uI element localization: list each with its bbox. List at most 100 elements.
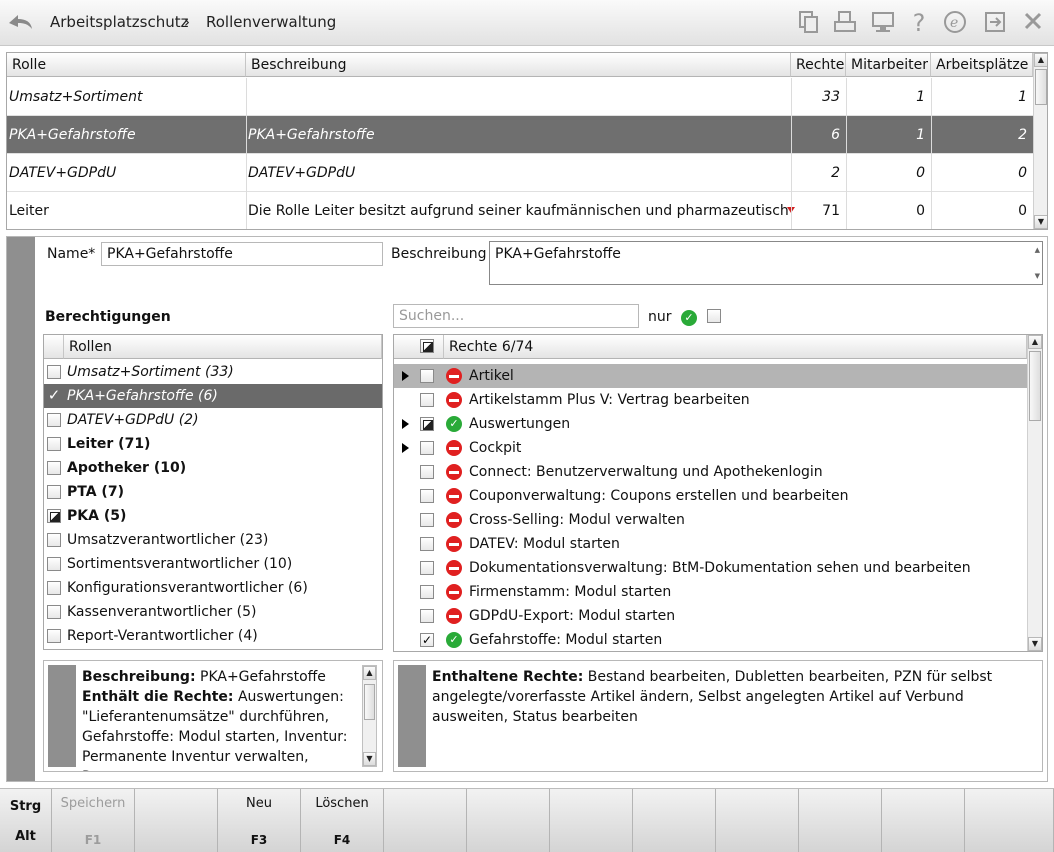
- strg-label[interactable]: Strg: [0, 799, 51, 814]
- function-key-7[interactable]: [550, 789, 633, 852]
- scroll-down-icon[interactable]: ▼: [1035, 272, 1040, 280]
- scroll-down-icon[interactable]: ▼: [1028, 637, 1042, 651]
- scroll-thumb[interactable]: [364, 684, 375, 720]
- recht-checkbox[interactable]: [420, 513, 434, 527]
- close-icon[interactable]: [1020, 10, 1046, 36]
- scroll-down-icon[interactable]: ▼: [1034, 215, 1047, 229]
- rechte-list-item[interactable]: ✓ Gefahrstoffe: Modul starten: [394, 628, 1027, 651]
- rollen-list-item[interactable]: DATEV+GDPdU (2): [44, 408, 382, 432]
- function-key-3[interactable]: Neu F3: [218, 789, 301, 852]
- rechte-list-item[interactable]: ✓ Auswertungen: [394, 412, 1027, 436]
- print-icon[interactable]: [832, 10, 858, 36]
- rollen-list-item[interactable]: Kassenverantwortlicher (5): [44, 600, 382, 624]
- rolle-checkbox[interactable]: [47, 437, 61, 451]
- scroll-up-icon[interactable]: ▲: [1035, 246, 1040, 254]
- rollen-list-item[interactable]: PKA (5): [44, 504, 382, 528]
- recht-checkbox[interactable]: [420, 465, 434, 479]
- recht-checkbox[interactable]: [420, 393, 434, 407]
- rolle-checkbox[interactable]: [47, 629, 61, 643]
- rechte-list-item[interactable]: Dokumentationsverwaltung: BtM-Dokumentat…: [394, 556, 1027, 580]
- recht-checkbox[interactable]: [420, 489, 434, 503]
- table-row[interactable]: Umsatz+Sortiment 33 1 1: [7, 78, 1033, 116]
- help-icon[interactable]: ?: [906, 10, 932, 36]
- rollen-list-item[interactable]: PKA+Gefahrstoffe (6): [44, 384, 382, 408]
- recht-checkbox[interactable]: [420, 369, 434, 383]
- copy-icon[interactable]: [796, 10, 822, 36]
- rechte-list-item[interactable]: Cockpit: [394, 436, 1027, 460]
- monitor-icon[interactable]: [870, 10, 896, 36]
- function-key-8[interactable]: [633, 789, 716, 852]
- rolle-checkbox[interactable]: [47, 557, 61, 571]
- recht-checkbox[interactable]: [420, 633, 434, 647]
- rechte-header[interactable]: Rechte 6/74: [444, 335, 1027, 359]
- rolle-checkbox[interactable]: [47, 581, 61, 595]
- rollen-list-item[interactable]: Report-Verantwortlicher (4): [44, 624, 382, 648]
- rolle-checkbox[interactable]: [47, 389, 61, 403]
- roles-table-scrollbar[interactable]: ▲ ▼: [1033, 53, 1047, 229]
- recht-checkbox[interactable]: [420, 585, 434, 599]
- recht-checkbox[interactable]: [420, 441, 434, 455]
- beschreibung-textarea[interactable]: PKA+Gefahrstoffe ▲ ▼: [489, 241, 1043, 285]
- rolle-checkbox[interactable]: [47, 365, 61, 379]
- rechte-list-item[interactable]: Cross-Selling: Modul verwalten: [394, 508, 1027, 532]
- rolle-checkbox[interactable]: [47, 461, 61, 475]
- expand-arrow-icon[interactable]: [402, 419, 409, 429]
- recht-checkbox[interactable]: [420, 561, 434, 575]
- e-icon[interactable]: e: [942, 10, 968, 36]
- column-header-rolle[interactable]: Rolle: [7, 53, 246, 77]
- function-key-11[interactable]: [882, 789, 965, 852]
- scroll-thumb[interactable]: [1035, 69, 1047, 105]
- scroll-up-icon[interactable]: ▲: [1034, 53, 1047, 67]
- table-row[interactable]: DATEV+GDPdU DATEV+GDPdU 2 0 0: [7, 154, 1033, 192]
- rolle-checkbox[interactable]: [47, 605, 61, 619]
- recht-checkbox[interactable]: [420, 609, 434, 623]
- function-key-2[interactable]: [135, 789, 218, 852]
- rolle-checkbox[interactable]: [47, 413, 61, 427]
- rechte-list-item[interactable]: Artikel: [394, 364, 1027, 388]
- rolle-checkbox[interactable]: [47, 509, 61, 523]
- breadcrumb-parent[interactable]: Arbeitsplatzschutz: [50, 13, 189, 31]
- function-key-5[interactable]: [384, 789, 467, 852]
- rollen-list-item[interactable]: Umsatzverantwortlicher (23): [44, 528, 382, 552]
- name-input[interactable]: PKA+Gefahrstoffe: [101, 242, 383, 266]
- export-icon[interactable]: [982, 10, 1008, 36]
- rolle-checkbox[interactable]: [47, 533, 61, 547]
- column-header-beschreibung[interactable]: Beschreibung: [246, 53, 791, 77]
- scroll-up-icon[interactable]: ▲: [1028, 335, 1042, 349]
- column-header-arbeitsplaetze[interactable]: Arbeitsplätze: [931, 53, 1033, 77]
- rollen-list-item[interactable]: Apotheker (10): [44, 456, 382, 480]
- table-row[interactable]: Leiter Die Rolle Leiter besitzt aufgrund…: [7, 192, 1033, 229]
- function-key-12[interactable]: [965, 789, 1054, 852]
- rechte-list-item[interactable]: Connect: Benutzerverwaltung und Apotheke…: [394, 460, 1027, 484]
- rollen-list-item[interactable]: PTA (7): [44, 480, 382, 504]
- rechte-header-select[interactable]: [394, 335, 444, 359]
- nur-checkbox[interactable]: [707, 309, 721, 323]
- recht-checkbox[interactable]: [420, 417, 434, 431]
- rechte-list-item[interactable]: Firmenstamm: Modul starten: [394, 580, 1027, 604]
- column-header-mitarbeiter[interactable]: Mitarbeiter: [846, 53, 931, 77]
- rechte-list-item[interactable]: Couponverwaltung: Coupons erstellen und …: [394, 484, 1027, 508]
- select-all-checkbox[interactable]: [420, 339, 434, 353]
- scroll-down-icon[interactable]: ▼: [363, 752, 376, 766]
- rollen-header[interactable]: Rollen: [64, 335, 382, 359]
- function-key-6[interactable]: [467, 789, 550, 852]
- back-icon[interactable]: [6, 9, 34, 35]
- rollen-list-item[interactable]: Sortimentsverantwortlicher (10): [44, 552, 382, 576]
- expand-arrow-icon[interactable]: [402, 443, 409, 453]
- search-input[interactable]: Suchen...: [393, 304, 639, 328]
- rollen-list-item[interactable]: Konfigurationsverantwortlicher (6): [44, 576, 382, 600]
- function-key-4[interactable]: Löschen F4: [301, 789, 384, 852]
- rechte-list-item[interactable]: DATEV: Modul starten: [394, 532, 1027, 556]
- function-key-9[interactable]: [716, 789, 799, 852]
- table-row-selected[interactable]: PKA+Gefahrstoffe PKA+Gefahrstoffe 6 1 2: [7, 116, 1033, 154]
- rolle-checkbox[interactable]: [47, 485, 61, 499]
- rechte-list-item[interactable]: GDPdU-Export: Modul starten: [394, 604, 1027, 628]
- scroll-up-icon[interactable]: ▲: [363, 666, 376, 680]
- rechte-list-item[interactable]: Artikelstamm Plus V: Vertrag bearbeiten: [394, 388, 1027, 412]
- rollen-list-item[interactable]: Leiter (71): [44, 432, 382, 456]
- alt-label[interactable]: Alt: [0, 829, 51, 844]
- function-key-10[interactable]: [799, 789, 882, 852]
- function-key-1[interactable]: Speichern F1: [52, 789, 135, 852]
- rechte-scrollbar[interactable]: ▲ ▼: [1027, 335, 1042, 651]
- rollen-list-item[interactable]: Umsatz+Sortiment (33): [44, 360, 382, 384]
